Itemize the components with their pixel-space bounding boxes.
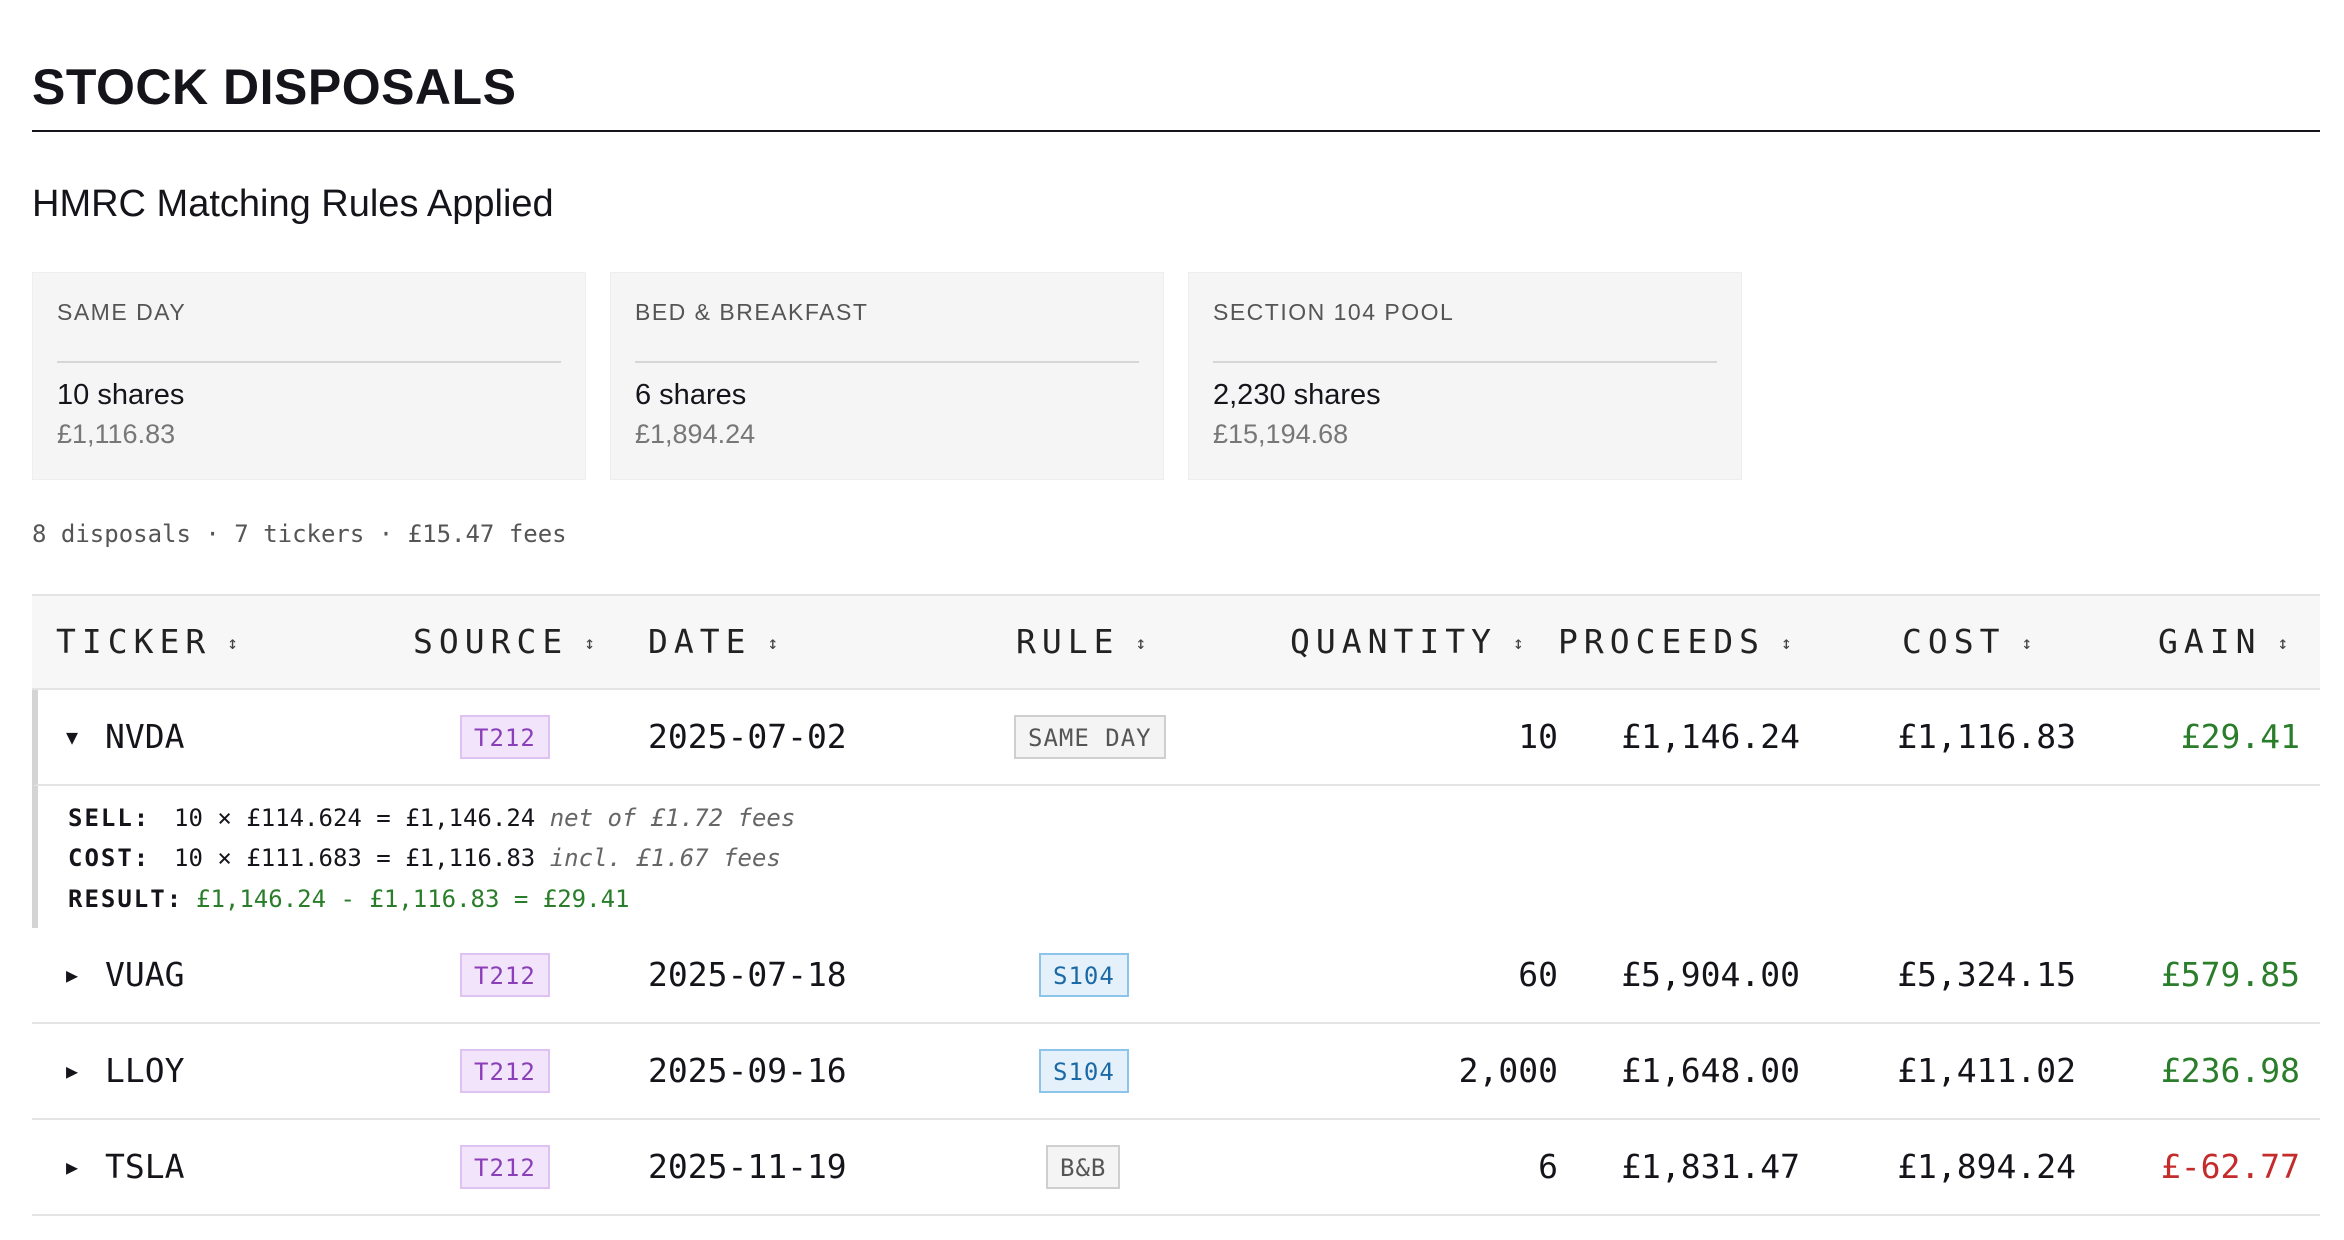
column-header-source[interactable]: SOURCE ↕ (413, 596, 595, 688)
collapse-caret-icon[interactable]: ▼ (66, 690, 78, 784)
source-tag: T212 (460, 1049, 550, 1093)
title-divider (32, 130, 2320, 132)
card-shares: 10 shares (57, 379, 185, 411)
cell-proceeds: £1,831.47 (1621, 1147, 1800, 1186)
source-tag: T212 (460, 953, 550, 997)
cell-cost: £1,411.02 (1897, 1051, 2076, 1090)
column-header-ticker[interactable]: TICKER ↕ (56, 596, 238, 688)
cell-date: 2025-09-16 (648, 1051, 847, 1090)
detail-cost-key: COST: (68, 844, 151, 872)
card-amount: £15,194.68 (1213, 419, 1349, 449)
rule-tag: S104 (1039, 1049, 1129, 1093)
detail-result-calc: £1,146.24 - £1,116.83 = £29.41 (196, 885, 630, 913)
card-same-day: SAME DAY 10 shares £1,116.83 (32, 272, 586, 480)
section-heading: HMRC Matching Rules Applied (32, 183, 554, 225)
column-label: SOURCE (413, 622, 569, 661)
column-header-rule[interactable]: RULE ↕ (1016, 596, 1146, 688)
column-header-gain[interactable]: GAIN ↕ (2158, 596, 2288, 688)
source-tag: T212 (460, 1145, 550, 1189)
rule-tag: B&B (1046, 1145, 1121, 1189)
table-row[interactable]: ▼ NVDA T212 2025-07-02 SAME DAY 10 £1,14… (32, 690, 2320, 786)
cell-proceeds: £5,904.00 (1621, 955, 1800, 994)
cell-gain: £-62.77 (2160, 1147, 2300, 1186)
detail-result-key: RESULT: (68, 885, 184, 913)
cell-date: 2025-11-19 (648, 1147, 847, 1186)
card-divider (57, 361, 561, 363)
column-label: GAIN (2158, 622, 2262, 661)
card-label: SECTION 104 POOL (1213, 299, 1455, 325)
column-label: COST (1902, 622, 2006, 661)
card-shares: 6 shares (635, 379, 747, 411)
detail-result-line: RESULT: £1,146.24 - £1,116.83 = £29.41 (68, 885, 629, 913)
cell-quantity: 60 (1518, 955, 1558, 994)
detail-cost-note: incl. £1.67 fees (549, 844, 781, 872)
cell-date: 2025-07-02 (648, 717, 847, 756)
cell-quantity: 10 (1518, 717, 1558, 756)
column-label: TICKER (56, 622, 212, 661)
column-label: DATE (648, 622, 752, 661)
card-label: SAME DAY (57, 299, 187, 325)
table-row[interactable]: ▶ TSLA T212 2025-11-19 B&B 6 £1,831.47 £… (32, 1120, 2320, 1216)
rule-tag: S104 (1039, 953, 1129, 997)
column-header-proceeds[interactable]: PROCEEDS ↕ (1558, 596, 1792, 688)
detail-cost-line: COST: 10 × £111.683 = £1,116.83 incl. £1.… (68, 844, 781, 872)
card-bed-and-breakfast: BED & BREAKFAST 6 shares £1,894.24 (610, 272, 1164, 480)
cell-gain: £236.98 (2160, 1051, 2300, 1090)
expand-caret-icon[interactable]: ▶ (66, 1024, 78, 1118)
column-label: QUANTITY (1290, 622, 1497, 661)
sort-icon: ↕ (2277, 632, 2289, 654)
sort-icon: ↕ (227, 632, 239, 654)
disposals-summary: 8 disposals · 7 tickers · £15.47 fees (32, 520, 567, 548)
table-row[interactable]: ▶ LLOY T212 2025-09-16 S104 2,000 £1,648… (32, 1024, 2320, 1120)
card-amount: £1,894.24 (635, 419, 756, 449)
page-title: STOCK DISPOSALS (32, 59, 517, 115)
card-divider (635, 361, 1139, 363)
row-detail-breakdown: SELL: 10 × £114.624 = £1,146.24 net of £1… (32, 786, 2320, 928)
column-header-date[interactable]: DATE ↕ (648, 596, 778, 688)
cell-cost: £5,324.15 (1897, 955, 2076, 994)
table-header: TICKER ↕ SOURCE ↕ DATE ↕ RULE ↕ QUANTITY ↕ PR… (32, 594, 2320, 690)
card-divider (1213, 361, 1717, 363)
matching-rule-cards: SAME DAY 10 shares £1,116.83 BED & BREAK… (32, 272, 1742, 480)
cell-date: 2025-07-18 (648, 955, 847, 994)
detail-sell-line: SELL: 10 × £114.624 = £1,146.24 net of £1… (68, 804, 795, 832)
sort-icon: ↕ (2021, 632, 2033, 654)
detail-cost-calc: 10 × £111.683 = £1,116.83 (174, 844, 536, 872)
card-shares: 2,230 shares (1213, 379, 1381, 411)
expand-caret-icon[interactable]: ▶ (66, 1120, 78, 1214)
disposals-table: TICKER ↕ SOURCE ↕ DATE ↕ RULE ↕ QUANTITY ↕ PR… (32, 594, 2320, 1216)
card-section-104-pool: SECTION 104 POOL 2,230 shares £15,194.68 (1188, 272, 1742, 480)
sort-icon: ↕ (767, 632, 779, 654)
cell-gain: £29.41 (2180, 717, 2300, 756)
expand-caret-icon[interactable]: ▶ (66, 928, 78, 1022)
table-row[interactable]: ▶ VUAG T212 2025-07-18 S104 60 £5,904.00… (32, 928, 2320, 1024)
cell-ticker: LLOY (105, 1051, 185, 1090)
column-label: PROCEEDS (1558, 622, 1765, 661)
sort-icon: ↕ (584, 632, 596, 654)
sort-icon: ↕ (1512, 632, 1524, 654)
source-tag: T212 (460, 715, 550, 759)
column-header-quantity[interactable]: QUANTITY ↕ (1290, 596, 1524, 688)
cell-cost: £1,894.24 (1897, 1147, 2076, 1186)
cell-quantity: 2,000 (1458, 1051, 1558, 1090)
stock-disposals-page: STOCK DISPOSALS HMRC Matching Rules Appl… (32, 0, 2320, 1240)
cell-gain: £579.85 (2160, 955, 2300, 994)
cell-ticker: TSLA (105, 1147, 185, 1186)
column-label: RULE (1016, 622, 1120, 661)
cell-ticker: VUAG (105, 955, 185, 994)
cell-cost: £1,116.83 (1897, 717, 2076, 756)
rule-tag: SAME DAY (1014, 715, 1166, 759)
sort-icon: ↕ (1135, 632, 1147, 654)
detail-sell-key: SELL: (68, 804, 151, 832)
sort-icon: ↕ (1780, 632, 1792, 654)
detail-sell-note: net of £1.72 fees (549, 804, 796, 832)
detail-sell-calc: 10 × £114.624 = £1,146.24 (174, 804, 536, 832)
card-label: BED & BREAKFAST (635, 299, 869, 325)
card-amount: £1,116.83 (57, 419, 176, 449)
column-header-cost[interactable]: COST ↕ (1902, 596, 2032, 688)
cell-ticker: NVDA (105, 717, 185, 756)
cell-quantity: 6 (1538, 1147, 1558, 1186)
cell-proceeds: £1,146.24 (1621, 717, 1800, 756)
cell-proceeds: £1,648.00 (1621, 1051, 1800, 1090)
